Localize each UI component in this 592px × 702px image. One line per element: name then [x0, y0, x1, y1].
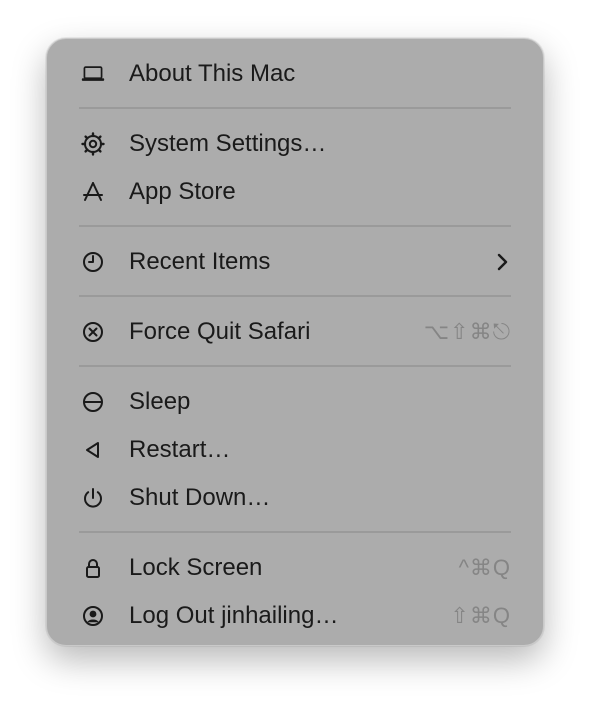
- menu-item-label: Lock Screen: [129, 554, 263, 581]
- menu-item-restart[interactable]: Restart…: [47, 427, 543, 473]
- sleep-icon: [81, 390, 105, 414]
- keyboard-shortcut: ⇧⌘Q: [450, 603, 511, 628]
- menu-item-lock-screen[interactable]: Lock Screen ^⌘Q: [47, 545, 543, 591]
- menu-item-force-quit[interactable]: Force Quit Safari ⌥⇧⌘⎋: [47, 309, 543, 355]
- gear-icon: [81, 132, 105, 156]
- laptop-icon: [81, 62, 105, 86]
- menu-item-label: Sleep: [129, 388, 191, 415]
- menu-item-label: App Store: [129, 178, 236, 205]
- force-quit-icon: [81, 320, 105, 344]
- separator: [79, 107, 511, 109]
- menu-item-label: Recent Items: [129, 248, 271, 275]
- menu-item-recent-items[interactable]: Recent Items: [47, 239, 543, 285]
- menu-item-label: Force Quit Safari: [129, 318, 311, 345]
- keyboard-shortcut: ⌥⇧⌘⎋: [423, 319, 511, 344]
- keyboard-shortcut: ^⌘Q: [458, 555, 511, 580]
- menu-item-shut-down[interactable]: Shut Down…: [47, 475, 543, 521]
- menu-item-label: Log Out jinhailing…: [129, 602, 339, 629]
- menu-item-log-out[interactable]: Log Out jinhailing… ⇧⌘Q: [47, 593, 543, 639]
- menu-item-label: Restart…: [129, 436, 231, 463]
- apple-menu: About This Mac System Settings… App Stor…: [46, 38, 544, 646]
- menu-item-system-settings[interactable]: System Settings…: [47, 121, 543, 167]
- menu-item-app-store[interactable]: App Store: [47, 169, 543, 215]
- chevron-right-icon: [491, 251, 513, 273]
- power-icon: [81, 486, 105, 510]
- separator: [79, 295, 511, 297]
- menu-item-sleep[interactable]: Sleep: [47, 379, 543, 425]
- menu-item-label: System Settings…: [129, 130, 327, 157]
- user-icon: [81, 604, 105, 628]
- lock-icon: [81, 556, 105, 580]
- menu-item-about-this-mac[interactable]: About This Mac: [47, 51, 543, 97]
- clock-icon: [81, 250, 105, 274]
- separator: [79, 225, 511, 227]
- menu-item-label: About This Mac: [129, 60, 296, 87]
- app-store-icon: [81, 180, 105, 204]
- restart-icon: [81, 438, 105, 462]
- menu-item-label: Shut Down…: [129, 484, 271, 511]
- separator: [79, 365, 511, 367]
- separator: [79, 531, 511, 533]
